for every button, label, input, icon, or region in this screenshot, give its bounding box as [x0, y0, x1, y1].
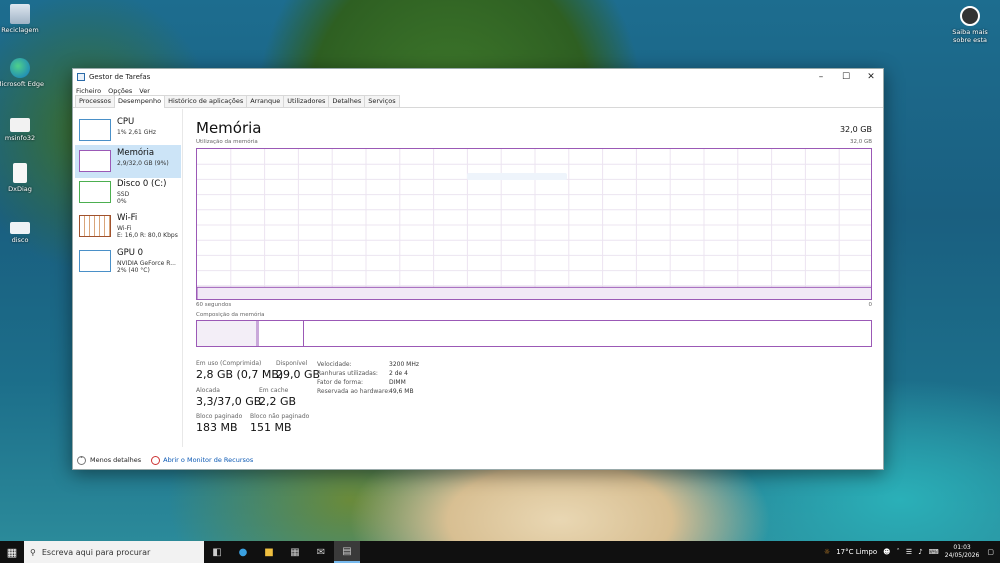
search-icon: ⚲	[30, 547, 36, 557]
tab-historico[interactable]: Histórico de aplicações	[164, 95, 248, 107]
resource-monitor-icon	[151, 455, 161, 465]
weather-icon: ☼	[823, 548, 831, 556]
notification-icon[interactable]: ▢	[987, 548, 994, 556]
detail-speed: Velocidade: 3200 MHz	[317, 361, 420, 368]
desktop-icon-recycle-bin[interactable]: Reciclagem	[0, 4, 44, 34]
sidebar-item-gpu[interactable]: GPU 0 NVIDIA GeForce R... 2% (40 °C)	[75, 245, 181, 278]
mail-icon[interactable]: ✉	[308, 541, 334, 563]
desktop-icon-edge[interactable]: Microsoft Edge	[0, 58, 44, 88]
stat-available: Disponível 29,0 GB	[276, 360, 321, 381]
composition-standby	[259, 321, 304, 346]
chevron-up-icon[interactable]: ˆ	[77, 455, 86, 465]
desktop-icon-msinfo32[interactable]: msinfo32	[0, 118, 44, 142]
taskbar-clock[interactable]: 01:03 24/05/2026	[945, 544, 980, 560]
close-button[interactable]: ✕	[859, 69, 883, 85]
disk-mini-graph	[79, 181, 111, 203]
minimize-button[interactable]: –	[809, 69, 833, 85]
search-placeholder: Escreva aqui para procurar	[41, 547, 151, 557]
sidebar-item-disk[interactable]: Disco 0 (C:) SSD 0%	[75, 176, 181, 209]
store-icon[interactable]: ▦	[282, 541, 308, 563]
file-icon	[13, 163, 27, 183]
ime-icon[interactable]: ⌨	[929, 548, 939, 556]
memory-mini-graph	[79, 150, 111, 172]
detail-form-factor: Fator de forma: DIMM	[317, 379, 406, 386]
taskbar: ▦ ⚲ Escreva aqui para procurar ◧ ● ■ ▦ ✉…	[0, 541, 1000, 563]
menu-ver[interactable]: Ver	[139, 87, 150, 95]
page-title: Memória	[196, 119, 262, 137]
graph-min-label: 0	[868, 302, 873, 308]
graph-max: 32,0 GB	[849, 139, 872, 145]
tab-arranque[interactable]: Arranque	[246, 95, 285, 107]
graph-time-label: 60 segundos	[196, 302, 232, 308]
tab-desempenho[interactable]: Desempenho	[114, 95, 166, 108]
memory-composition-bar	[196, 320, 872, 347]
sidebar-item-memory[interactable]: Memória 2,9/32,0 GB (9%)	[75, 145, 181, 178]
volume-icon[interactable]: ♪	[918, 548, 922, 556]
system-tray: ☼ 17°C Limpo ☻ ˆ ☰ ♪ ⌨ 01:03 24/05/2026 …	[824, 541, 1000, 563]
task-manager-icon	[77, 73, 85, 81]
people-icon[interactable]: ☻	[883, 548, 890, 556]
tab-strip: Processos Desempenho Histórico de aplica…	[73, 95, 883, 108]
stat-in-use: Em uso (Comprimida) 2,8 GB (0,7 MB)	[196, 360, 284, 381]
weather-text[interactable]: 17°C Limpo	[836, 548, 877, 556]
camera-icon	[960, 6, 980, 26]
tab-processos[interactable]: Processos	[75, 95, 116, 107]
window-footer: ˆ Menos detalhes Abrir o Monitor de Recu…	[73, 450, 883, 470]
tab-detalhes[interactable]: Detalhes	[328, 95, 366, 107]
memory-usage-graph	[196, 148, 872, 300]
less-details-link[interactable]: Menos detalhes	[90, 456, 141, 464]
cpu-mini-graph	[79, 119, 111, 141]
desktop-icon-disco[interactable]: disco	[0, 222, 44, 244]
edge-taskbar-icon[interactable]: ●	[230, 541, 256, 563]
menu-ficheiro[interactable]: Ficheiro	[76, 87, 101, 95]
stat-cached: Em cache 2,2 GB	[259, 387, 297, 408]
chevron-up-tray-icon[interactable]: ˆ	[896, 548, 900, 556]
graph-label: Utilização da memória	[196, 139, 258, 145]
gpu-mini-graph	[79, 250, 111, 272]
resource-sidebar: CPU 1% 2,61 GHz Memória 2,9/32,0 GB (9%)…	[73, 109, 183, 447]
memory-panel: Memória 32,0 GB Utilização da memória 32…	[196, 109, 872, 449]
stat-committed: Alocada 3,3/37,0 GB	[196, 387, 262, 408]
file-explorer-icon[interactable]: ■	[256, 541, 282, 563]
disk-icon	[10, 222, 30, 234]
task-manager-taskbar-icon[interactable]: ▤	[334, 541, 360, 563]
open-resource-monitor-link[interactable]: Abrir o Monitor de Recursos	[163, 456, 253, 464]
window-title: Gestor de Tarefas	[89, 73, 151, 81]
recycle-bin-icon	[10, 4, 30, 24]
learn-more-widget[interactable]: Saiba mais sobre esta	[946, 6, 994, 44]
msinfo-icon	[10, 118, 30, 132]
stat-paged-pool: Bloco paginado 183 MB	[196, 413, 243, 434]
maximize-button[interactable]: ☐	[834, 69, 858, 85]
detail-hardware-reserved: Reservada ao hardware:49,6 MB	[317, 388, 414, 395]
menu-opcoes[interactable]: Opções	[108, 87, 132, 95]
windows-logo-icon: ▦	[6, 545, 18, 559]
graph-grid	[197, 149, 871, 299]
task-manager-window: Gestor de Tarefas – ☐ ✕ Ficheiro Opções …	[72, 68, 884, 470]
edge-icon	[10, 58, 30, 78]
title-bar[interactable]: Gestor de Tarefas – ☐ ✕	[73, 69, 883, 85]
sidebar-item-cpu[interactable]: CPU 1% 2,61 GHz	[75, 114, 181, 147]
start-button[interactable]: ▦	[0, 541, 24, 563]
tab-servicos[interactable]: Serviços	[364, 95, 400, 107]
graph-tooltip	[467, 173, 567, 180]
desktop-icon-dxdiag[interactable]: DxDiag	[0, 163, 44, 193]
tab-utilizadores[interactable]: Utilizadores	[283, 95, 330, 107]
memory-usage-area	[197, 286, 871, 299]
network-icon[interactable]: ☰	[906, 548, 912, 556]
task-view-icon[interactable]: ◧	[204, 541, 230, 563]
stat-nonpaged-pool: Bloco não paginado 151 MB	[250, 413, 310, 434]
detail-slots: Ranhuras utilizadas: 2 de 4	[317, 370, 408, 377]
taskbar-search[interactable]: ⚲ Escreva aqui para procurar	[24, 541, 204, 563]
sidebar-item-wifi[interactable]: Wi-Fi Wi-Fi E: 16,0 R: 80,0 Kbps	[75, 210, 181, 243]
composition-in-use	[197, 321, 257, 346]
memory-total: 32,0 GB	[839, 125, 872, 134]
wifi-mini-graph	[79, 215, 111, 237]
composition-label: Composição da memória	[196, 312, 265, 318]
